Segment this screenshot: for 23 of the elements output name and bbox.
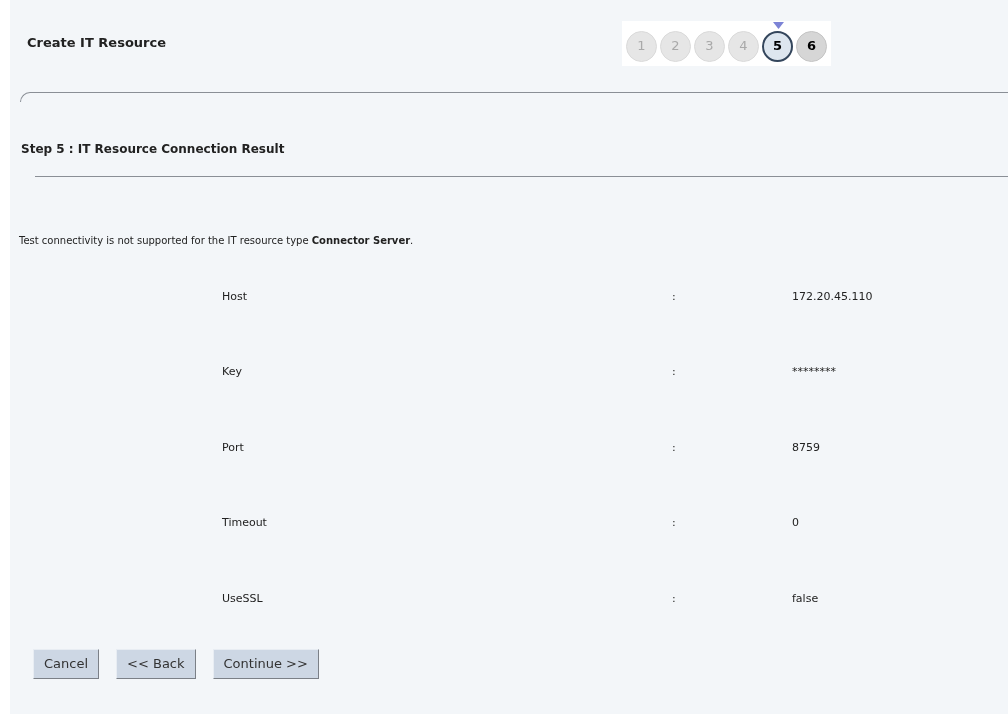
field-separator: : bbox=[672, 364, 677, 380]
field-label: Port bbox=[222, 439, 245, 456]
field-label: Timeout bbox=[222, 515, 268, 531]
field-value: false bbox=[792, 590, 819, 607]
field-value: ******** bbox=[792, 364, 836, 380]
field-label: Key bbox=[222, 364, 243, 380]
field-label: UseSSL bbox=[222, 590, 264, 607]
wizard-button[interactable]: << Back bbox=[116, 648, 196, 679]
field-separator: : bbox=[672, 439, 677, 456]
page-title: Create IT Resource bbox=[27, 34, 167, 53]
field-value: 8759 bbox=[792, 439, 820, 456]
field-value: 0 bbox=[792, 515, 799, 531]
info-message: Test connectivity is not supported for the IT resource type Connector Server. bbox=[19, 234, 415, 248]
current-step-marker-icon bbox=[773, 21, 784, 29]
field-value: 172.20.45.110 bbox=[792, 288, 873, 305]
field-separator: : bbox=[672, 515, 677, 531]
wizard-button[interactable]: Continue >> bbox=[212, 648, 319, 679]
field-separator: : bbox=[672, 590, 677, 607]
field-label: Host bbox=[222, 288, 249, 305]
wizard-button[interactable]: Cancel bbox=[33, 648, 100, 679]
step-indicator[interactable]: 6 bbox=[796, 30, 827, 62]
field-separator: : bbox=[672, 288, 677, 305]
section-title: Step 5 : IT Resource Connection Result bbox=[21, 141, 286, 158]
